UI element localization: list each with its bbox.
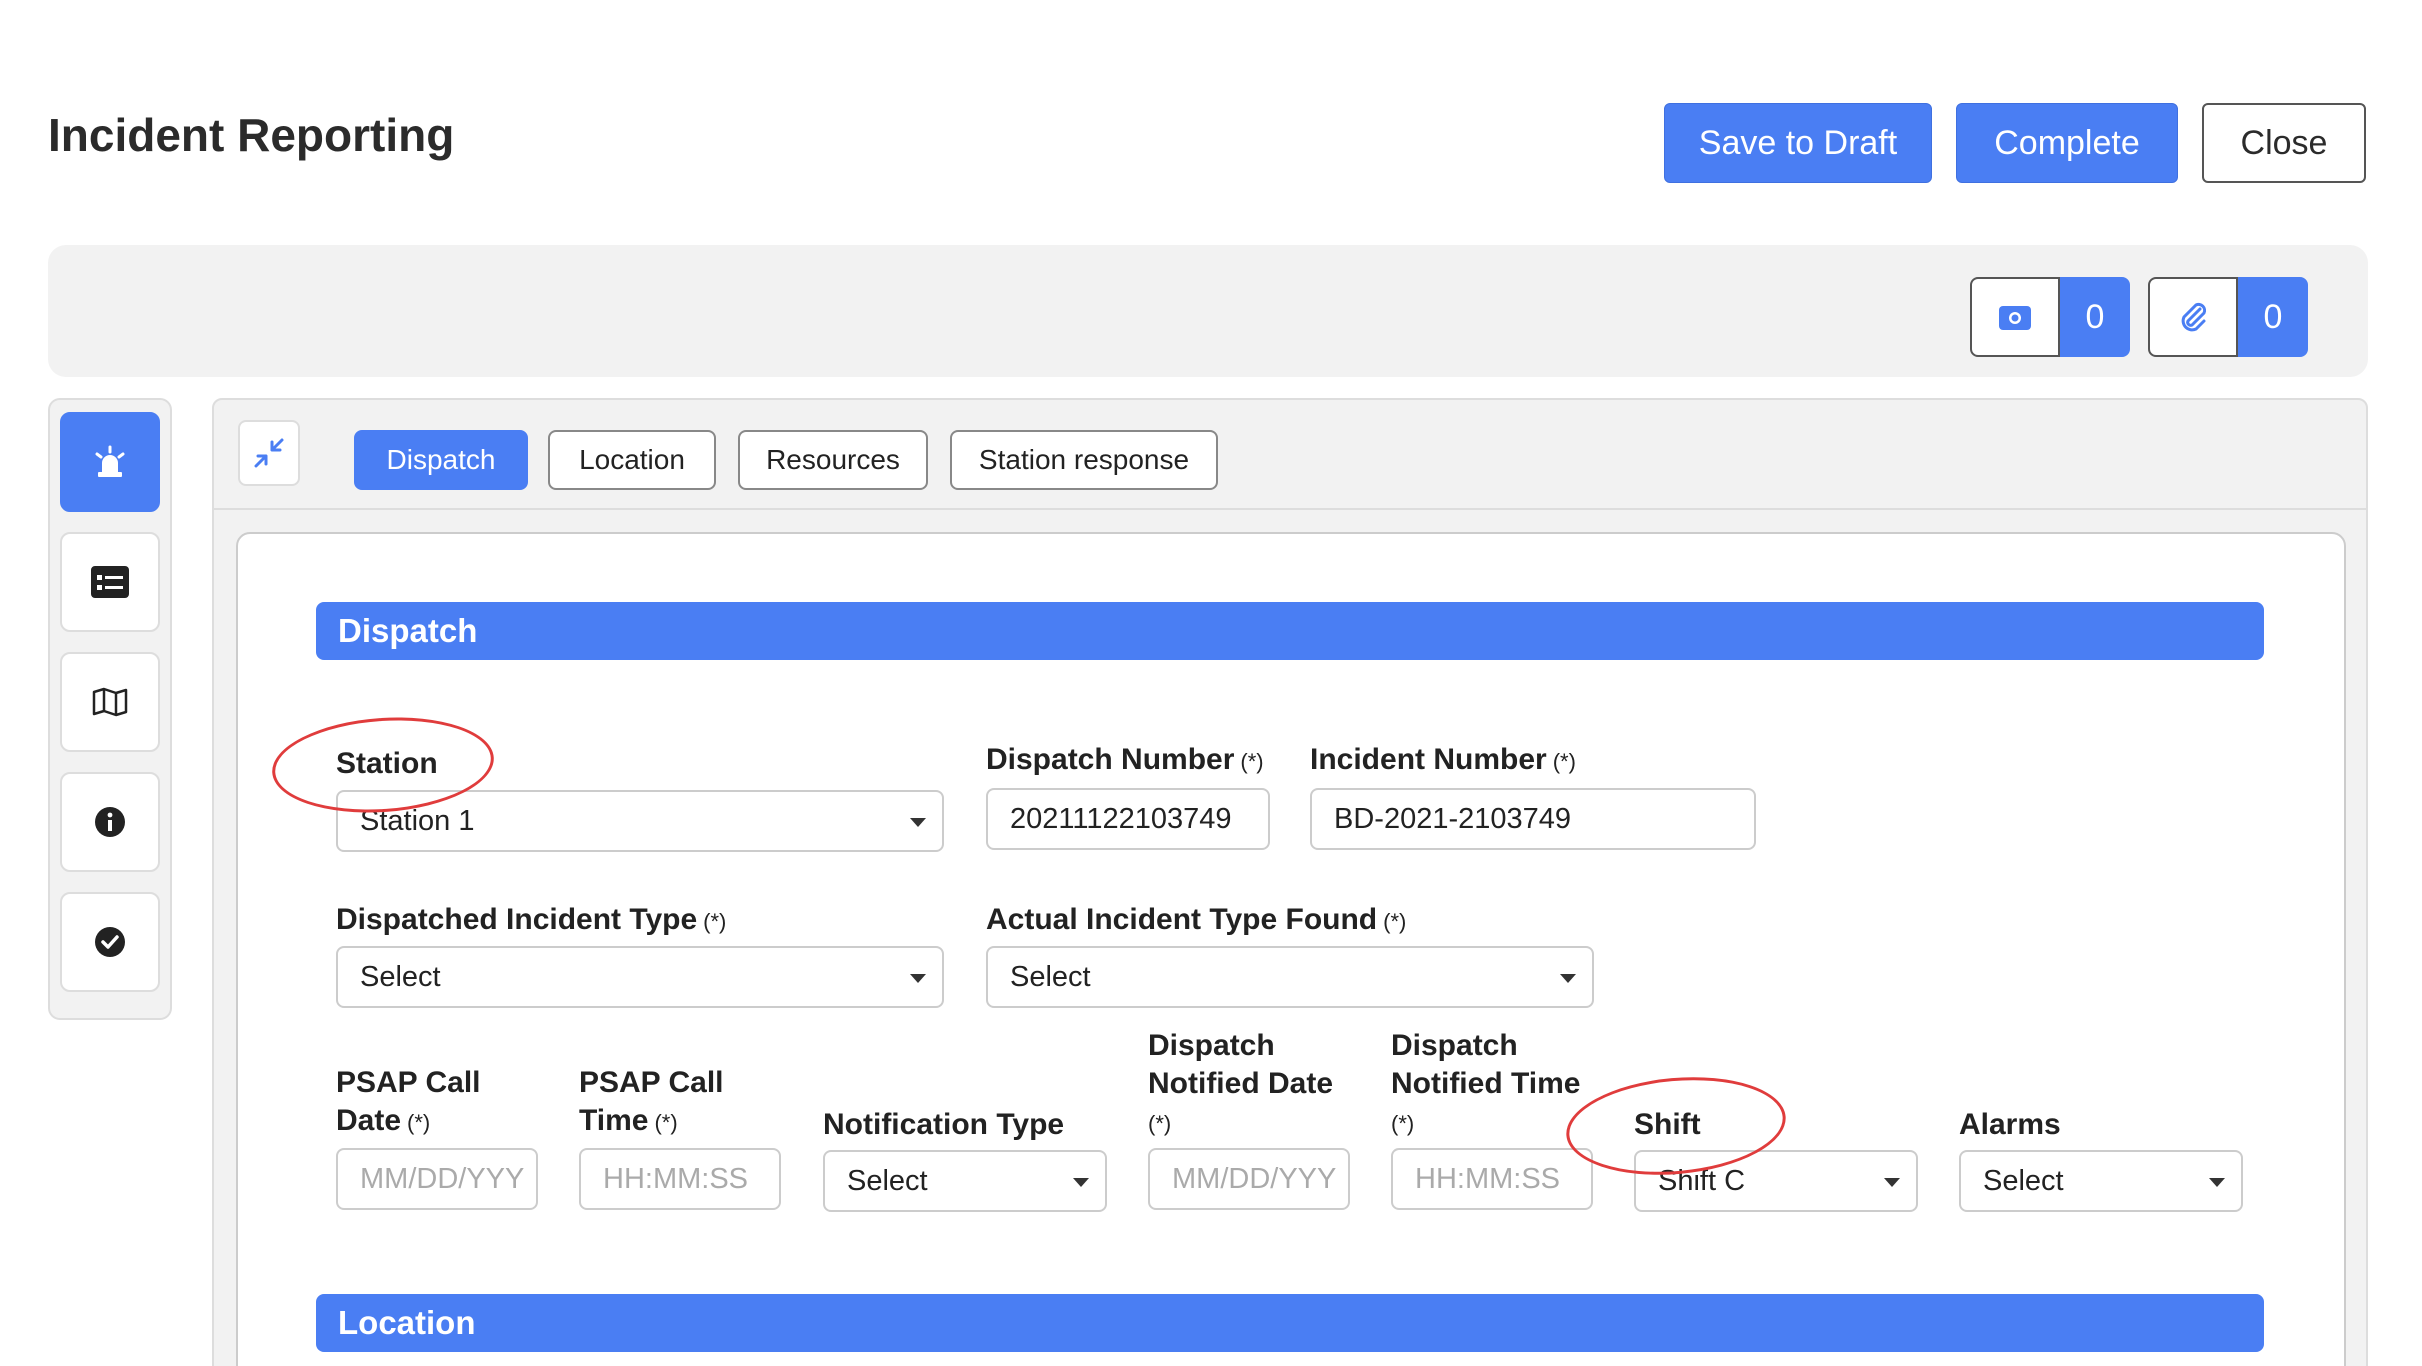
chevron-down-icon xyxy=(1560,974,1576,983)
chevron-down-icon xyxy=(1884,1178,1900,1187)
report-toolbar: 0 0 xyxy=(48,245,2368,377)
sidebar-item-incident[interactable] xyxy=(60,412,160,512)
actual-incident-type-select[interactable]: Select xyxy=(986,946,1594,1008)
station-select[interactable]: Station 1 xyxy=(336,790,944,852)
location-section-header: Location xyxy=(316,1294,2264,1352)
close-button[interactable]: Close xyxy=(2202,103,2366,183)
notification-type-label: Notification Type xyxy=(823,1108,1065,1141)
attach-button[interactable] xyxy=(2148,277,2238,357)
sidebar-item-location[interactable] xyxy=(60,652,160,752)
actual-incident-type-label: Actual Incident Type Found (*) xyxy=(986,903,1407,936)
tab-location[interactable]: Location xyxy=(548,430,716,490)
dispatch-notified-time-input[interactable]: HH:MM:SS xyxy=(1391,1148,1593,1210)
alarms-select[interactable]: Select xyxy=(1959,1150,2243,1212)
incident-number-label: Incident Number (*) xyxy=(1310,743,1576,776)
alarms-label: Alarms xyxy=(1959,1108,2061,1141)
sidebar-item-review[interactable] xyxy=(60,892,160,992)
camera-icon xyxy=(1999,306,2031,330)
incident-number-input[interactable]: BD-2021-2103749 xyxy=(1310,788,1756,850)
form-card-icon xyxy=(91,566,129,598)
tab-station-response[interactable]: Station response xyxy=(950,430,1218,490)
collapse-arrows-icon xyxy=(254,438,284,468)
psap-call-date-input[interactable]: MM/DD/YYY xyxy=(336,1148,538,1210)
camera-button[interactable] xyxy=(1970,277,2060,357)
tab-dispatch[interactable]: Dispatch xyxy=(354,430,528,490)
main-panel: Dispatch Location Resources Station resp… xyxy=(212,398,2368,1366)
tab-resources[interactable]: Resources xyxy=(738,430,928,490)
chevron-down-icon xyxy=(2209,1178,2225,1187)
dispatch-number-label: Dispatch Number (*) xyxy=(986,743,1264,776)
header-actions: Save to Draft Complete Close xyxy=(1664,103,2366,183)
dispatch-notified-date-label: Dispatch Notified Date (*) xyxy=(1148,1029,1334,1136)
collapse-button[interactable] xyxy=(238,420,300,486)
attachments-counter[interactable]: 0 xyxy=(2148,277,2308,357)
psap-call-time-label: PSAP Call Time (*) xyxy=(579,1066,724,1137)
photos-counter[interactable]: 0 xyxy=(1970,277,2130,357)
section-sidebar xyxy=(48,398,172,1020)
psap-call-date-label: PSAP Call Date (*) xyxy=(336,1066,481,1137)
chevron-down-icon xyxy=(910,818,926,827)
tab-divider xyxy=(214,508,2366,510)
notification-type-select[interactable]: Select xyxy=(823,1150,1107,1212)
complete-button[interactable]: Complete xyxy=(1956,103,2178,183)
shift-select[interactable]: Shift C xyxy=(1634,1150,1918,1212)
shift-label: Shift xyxy=(1634,1108,1701,1141)
paperclip-icon xyxy=(2181,302,2207,332)
save-to-draft-button[interactable]: Save to Draft xyxy=(1664,103,1932,183)
dispatch-number-input[interactable]: 20211122103749 xyxy=(986,788,1270,850)
attachments-count: 0 xyxy=(2238,277,2308,357)
chevron-down-icon xyxy=(910,974,926,983)
station-label: Station xyxy=(336,747,438,780)
sidebar-item-info[interactable] xyxy=(60,772,160,872)
dispatch-section-header: Dispatch xyxy=(316,602,2264,660)
psap-call-time-input[interactable]: HH:MM:SS xyxy=(579,1148,781,1210)
info-icon xyxy=(95,807,125,837)
sidebar-item-details[interactable] xyxy=(60,532,160,632)
chevron-down-icon xyxy=(1073,1178,1089,1187)
dispatched-incident-type-label: Dispatched Incident Type (*) xyxy=(336,903,727,936)
dispatch-notified-time-label: Dispatch Notified Time (*) xyxy=(1391,1029,1581,1136)
photos-count: 0 xyxy=(2060,277,2130,357)
dispatch-notified-date-input[interactable]: MM/DD/YYY xyxy=(1148,1148,1350,1210)
check-circle-icon xyxy=(95,927,125,957)
dispatched-incident-type-select[interactable]: Select xyxy=(336,946,944,1008)
siren-icon xyxy=(95,445,125,477)
map-icon xyxy=(92,687,128,717)
page-title: Incident Reporting xyxy=(48,109,455,161)
